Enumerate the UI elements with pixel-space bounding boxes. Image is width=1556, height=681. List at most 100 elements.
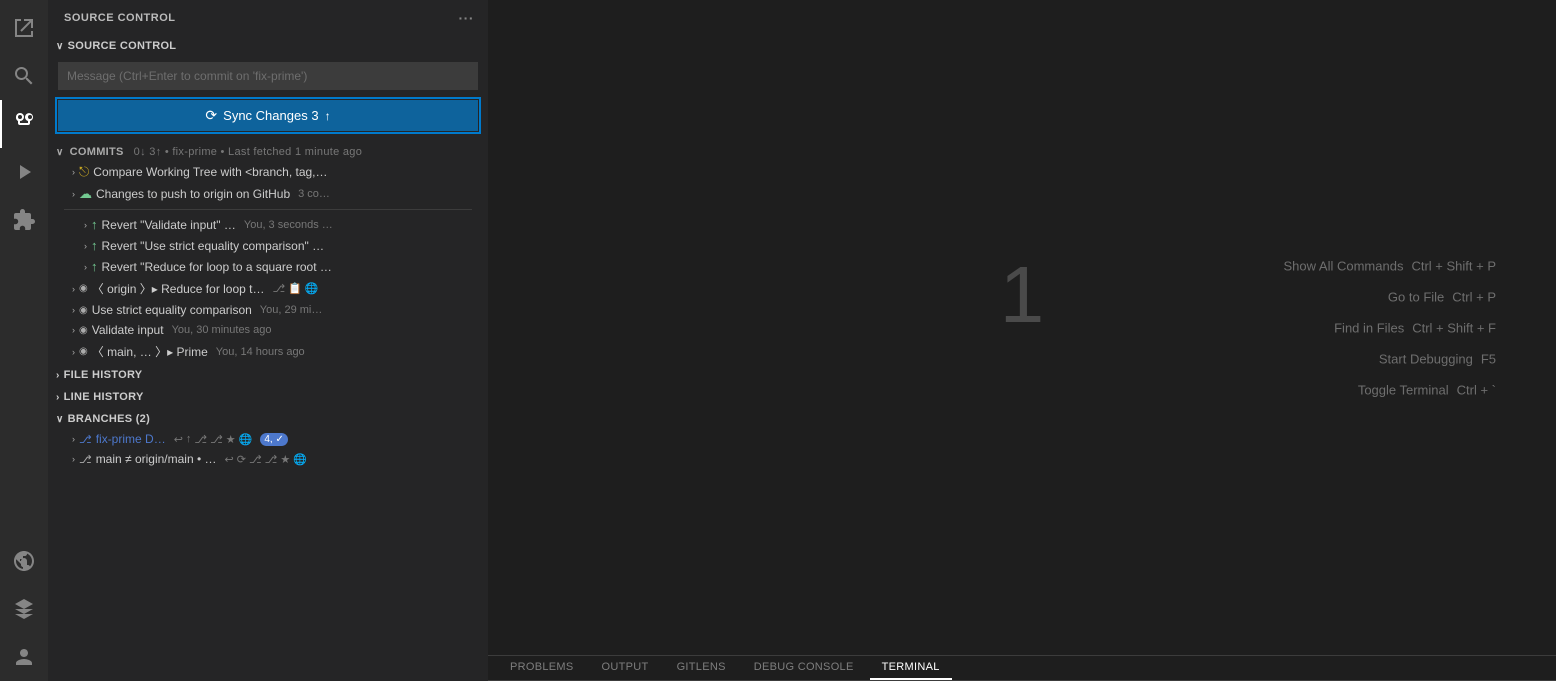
editor-area: 1 Show All Commands Ctrl + Shift + P Go … <box>488 0 1556 655</box>
item-chevron: › <box>72 189 75 199</box>
commit-dot-icon2: ◉ <box>79 305 88 316</box>
more-icon[interactable]: ··· <box>457 8 477 28</box>
commit-message-container <box>48 56 488 96</box>
start-debugging-keys: F5 <box>1481 351 1496 366</box>
validate-input-label: Validate input <box>92 323 164 337</box>
run-debug-activity-icon[interactable] <box>0 148 48 196</box>
activity-bar <box>0 0 48 681</box>
fp-inline-icons: ↩ ↑ ⎇ ⎇ ★ 🌐 <box>174 433 253 446</box>
commits-chevron: ∨ <box>56 147 64 158</box>
revert-strict-item[interactable]: › ↑ Revert "Use strict equality comparis… <box>48 235 488 256</box>
main-prime-meta: You, 14 hours ago <box>216 346 305 358</box>
branches-label[interactable]: ∨ BRANCHES (2) <box>48 409 488 429</box>
gitlens-activity-icon[interactable] <box>0 585 48 633</box>
compare-icon: ⎋ <box>79 164 89 180</box>
line-history-section: › LINE HISTORY <box>48 387 488 407</box>
tab-terminal[interactable]: TERMINAL <box>870 656 952 680</box>
validate-meta: You, 30 minutes ago <box>172 324 272 336</box>
item-chevron: › <box>72 454 75 464</box>
tab-problems[interactable]: PROBLEMS <box>498 656 586 680</box>
fix-prime-branch-item[interactable]: › ⎇ fix-prime D… ↩ ↑ ⎇ ⎇ ★ 🌐 4, ✓ <box>48 429 488 449</box>
source-control-activity-icon[interactable] <box>0 100 48 148</box>
main-area: 1 Show All Commands Ctrl + Shift + P Go … <box>488 0 1556 681</box>
tab-gitlens[interactable]: GITLENS <box>665 656 738 680</box>
tab-output[interactable]: OUTPUT <box>590 656 661 680</box>
bottom-tabs: PROBLEMS OUTPUT GITLENS DEBUG CONSOLE TE… <box>488 656 1556 681</box>
changes-to-push-item[interactable]: › ☁ Changes to push to origin on GitHub … <box>48 183 488 205</box>
push-icon: ☁ <box>79 186 92 202</box>
file-history-label[interactable]: › FILE HISTORY <box>48 365 488 385</box>
extensions-activity-icon[interactable] <box>0 196 48 244</box>
br-chevron: ∨ <box>56 414 64 425</box>
source-control-content: ∨ SOURCE CONTROL ⟳ Sync Changes 3 ↑ ∨ CO… <box>48 36 488 681</box>
find-in-files-label: Find in Files <box>1334 320 1404 335</box>
commit-message-input[interactable] <box>58 62 478 90</box>
line-history-label[interactable]: › LINE HISTORY <box>48 387 488 407</box>
sidebar-header: SOURCE CONTROL ··· <box>48 0 488 36</box>
fp-icon2: ↑ <box>186 433 192 446</box>
tab-debug-console[interactable]: DEBUG CONSOLE <box>742 656 866 680</box>
main-branch-item[interactable]: › ⎇ main ≠ origin/main • … ↩ ⟳ ⎇ ⎇ ★ 🌐 <box>48 449 488 469</box>
globe-icon: 🌐 <box>305 282 319 295</box>
show-all-commands-label: Show All Commands <box>1284 258 1404 273</box>
revert-reduce-item[interactable]: › ↑ Revert "Reduce for loop to a square … <box>48 256 488 277</box>
fh-chevron: › <box>56 370 60 381</box>
item-chevron: › <box>72 347 75 357</box>
origin-reduce-label: 〈 origin 〉▸ Reduce for loop t… <box>92 280 265 297</box>
source-control-section-label[interactable]: ∨ SOURCE CONTROL <box>48 36 488 56</box>
revert-validate-meta: You, 3 seconds … <box>244 219 333 231</box>
sync-button-label: Sync Changes 3 <box>223 108 318 123</box>
commits-header[interactable]: ∨ COMMITS 0↓ 3↑ • fix-prime • Last fetch… <box>48 143 488 161</box>
commit-dot-icon3: ◉ <box>79 325 88 336</box>
push-label: Changes to push to origin on GitHub <box>96 187 290 201</box>
hint-row-2: Go to File Ctrl + P <box>1284 289 1497 304</box>
revert-reduce-label: Revert "Reduce for loop to a square root… <box>102 260 332 274</box>
origin-reduce-item[interactable]: › ◉ 〈 origin 〉▸ Reduce for loop t… ⎇ 📋 🌐 <box>48 277 488 300</box>
validate-input-item[interactable]: › ◉ Validate input You, 30 minutes ago <box>48 320 488 340</box>
item-chevron: › <box>72 325 75 335</box>
compare-working-tree-item[interactable]: › ⎋ Compare Working Tree with <branch, t… <box>48 161 488 183</box>
strict-equality-label: Use strict equality comparison <box>92 303 252 317</box>
fp-icon5: ★ <box>226 433 236 446</box>
main-branch-label: main ≠ origin/main • … <box>96 452 217 466</box>
sidebar: SOURCE CONTROL ··· ∨ SOURCE CONTROL ⟳ Sy… <box>48 0 488 681</box>
item-chevron: › <box>72 284 75 294</box>
main-icon1: ↩ <box>225 453 234 466</box>
sync-changes-button[interactable]: ⟳ Sync Changes 3 ↑ <box>58 100 478 131</box>
copy-icon: 📋 <box>288 282 302 295</box>
branches-section: ∨ BRANCHES (2) › ⎇ fix-prime D… ↩ ↑ ⎇ ⎇ … <box>48 409 488 469</box>
lh-text: LINE HISTORY <box>64 391 144 403</box>
item-chevron: › <box>84 262 87 272</box>
bottom-panel: PROBLEMS OUTPUT GITLENS DEBUG CONSOLE TE… <box>488 655 1556 681</box>
compare-label: Compare Working Tree with <branch, tag,… <box>93 165 327 179</box>
center-number: 1 <box>1000 249 1045 341</box>
branch-icon-main: ⎇ <box>79 453 92 466</box>
revert-validate-item[interactable]: › ↑ Revert "Validate input" … You, 3 sec… <box>48 214 488 235</box>
commit-dot-icon: ◉ <box>79 283 88 294</box>
explorer-activity-icon[interactable] <box>0 4 48 52</box>
main-icon5: ★ <box>280 453 290 466</box>
commits-section: ∨ COMMITS 0↓ 3↑ • fix-prime • Last fetch… <box>48 143 488 363</box>
main-inline-icons: ↩ ⟳ ⎇ ⎇ ★ 🌐 <box>225 453 307 466</box>
toggle-terminal-keys: Ctrl + ` <box>1457 382 1496 397</box>
strict-equality-item[interactable]: › ◉ Use strict equality comparison You, … <box>48 300 488 320</box>
strict-meta: You, 29 mi… <box>260 304 323 316</box>
main-prime-item[interactable]: › ◉ 〈 main, … 〉▸ Prime You, 14 hours ago <box>48 340 488 363</box>
sync-button-container: ⟳ Sync Changes 3 ↑ <box>48 96 488 135</box>
fix-prime-label: fix-prime D… <box>96 432 166 446</box>
origin-inline-icons: ⎇ 📋 🌐 <box>273 282 319 295</box>
go-to-file-label: Go to File <box>1388 289 1444 304</box>
lh-chevron: › <box>56 392 60 403</box>
item-chevron: › <box>72 167 75 177</box>
accounts-activity-icon[interactable] <box>0 633 48 681</box>
sync-up-arrow: ↑ <box>325 109 331 123</box>
show-all-commands-keys: Ctrl + Shift + P <box>1411 258 1496 273</box>
search-activity-icon[interactable] <box>0 52 48 100</box>
sc-chevron: ∨ <box>56 41 64 52</box>
commits-meta: 0↓ 3↑ • fix-prime • Last fetched 1 minut… <box>134 146 362 158</box>
main-prime-label: 〈 main, … 〉▸ Prime <box>92 343 208 360</box>
hint-row-3: Find in Files Ctrl + Shift + F <box>1284 320 1497 335</box>
tree-divider <box>64 209 472 210</box>
main-icon3: ⎇ <box>249 453 262 466</box>
remote-activity-icon[interactable] <box>0 537 48 585</box>
